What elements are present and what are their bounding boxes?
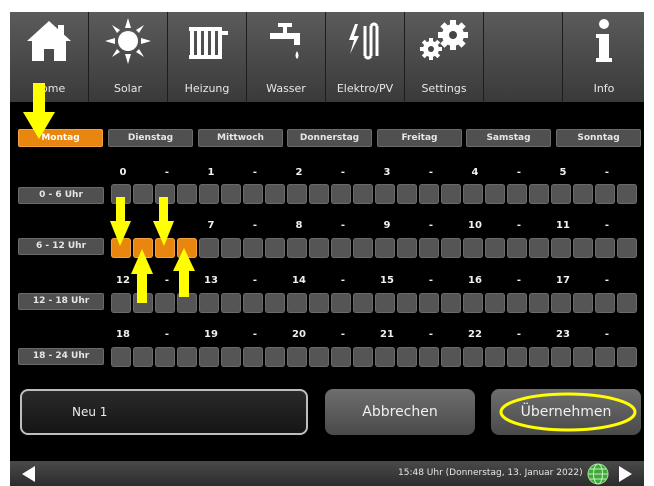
annotation-arrow-up-icon [131, 249, 153, 303]
annotation-ellipse [499, 392, 637, 432]
annotation-arrow-down-icon [153, 197, 174, 246]
annotation-arrow-up-icon [173, 248, 195, 297]
annotation-overlay [23, 83, 637, 432]
annotation-arrow-down-icon [23, 83, 55, 139]
annotation-arrow-down-icon [110, 197, 131, 246]
